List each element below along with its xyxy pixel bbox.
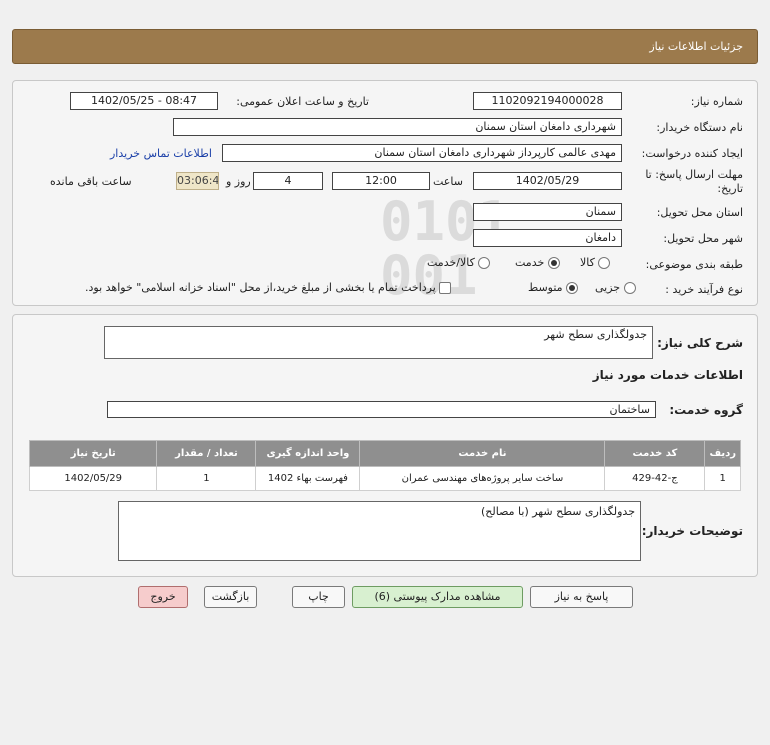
buyer-org-field: شهرداری دامغان استان سمنان <box>173 118 622 136</box>
category-goods-label: کالا <box>580 256 595 269</box>
cell-code: ج-42-429 <box>604 466 706 491</box>
buyer-org-label: نام دستگاه خریدار: <box>656 121 743 134</box>
radio-icon <box>623 282 636 294</box>
category-radio-service[interactable]: خدمت <box>515 256 560 269</box>
city-label: شهر محل تحویل: <box>663 232 743 245</box>
deadline-label-line1: مهلت ارسال پاسخ: تا <box>645 168 743 181</box>
col-code: کد خدمت <box>604 440 706 467</box>
table-row: 1 ج-42-429 ساخت سایر پروژه‌های مهندسی عم… <box>28 466 741 491</box>
deadline-date-field: 1402/05/29 <box>473 172 622 190</box>
creator-label: ایجاد کننده درخواست: <box>641 147 743 160</box>
category-radio-goods[interactable]: کالا <box>580 256 611 269</box>
radio-selected-icon <box>547 257 560 269</box>
province-field: سمنان <box>473 203 622 221</box>
process-medium-label: متوسط <box>528 281 563 294</box>
deadline-label-line2: تاریخ: <box>717 182 743 195</box>
radio-icon <box>598 257 611 269</box>
cell-qty: 1 <box>156 466 257 491</box>
category-goods-service-label: کالا/خدمت <box>427 256 475 269</box>
province-label: استان محل تحویل: <box>656 206 743 219</box>
service-group-label: گروه خدمت: <box>669 403 743 417</box>
radio-selected-icon <box>566 282 579 294</box>
remaining-timer-field: 03:06:41 <box>176 172 219 190</box>
buyer-contact-link[interactable]: اطلاعات تماس خریدار <box>110 147 212 160</box>
category-radio-goods-service[interactable]: کالا/خدمت <box>427 256 491 269</box>
col-qty: تعداد / مقدار <box>156 440 257 467</box>
radio-icon <box>478 257 491 269</box>
table-header-row: ردیف کد خدمت نام خدمت واحد اندازه گیری ت… <box>28 440 741 467</box>
cell-unit: فهرست بهاء 1402 <box>255 466 361 491</box>
deadline-days-field: 4 <box>253 172 323 190</box>
checkbox-icon <box>439 282 452 294</box>
back-button[interactable]: بازگشت <box>204 586 257 608</box>
announce-label: تاریخ و ساعت اعلان عمومی: <box>236 95 369 108</box>
category-service-label: خدمت <box>515 256 545 269</box>
treasury-checkbox[interactable]: پرداخت تمام یا بخشی از مبلغ خرید،از محل … <box>85 281 452 294</box>
process-minor-label: جزیی <box>595 281 621 294</box>
treasury-note: پرداخت تمام یا بخشی از مبلغ خرید،از محل … <box>85 281 436 294</box>
deadline-time-field: 12:00 <box>332 172 430 190</box>
category-label: طبقه بندی موضوعی: <box>645 258 743 271</box>
reply-button[interactable]: پاسخ به نیاز <box>530 586 633 608</box>
remaining-label: ساعت باقی مانده <box>50 175 132 188</box>
col-unit: واحد اندازه گیری <box>255 440 361 467</box>
cell-date: 1402/05/29 <box>28 466 158 491</box>
buyer-notes-label: توضیحات خریدار: <box>641 524 743 538</box>
col-row: ردیف <box>704 440 741 467</box>
deadline-time-label: ساعت <box>433 175 463 188</box>
exit-button[interactable]: خروج <box>138 586 188 608</box>
summary-field: جدولگذاری سطح شهر <box>104 326 653 359</box>
announce-field: 1402/05/25 - 08:47 <box>70 92 218 110</box>
summary-label: شرح کلی نیاز: <box>657 336 743 350</box>
col-date: تاریخ نیاز <box>28 440 158 467</box>
process-radio-medium[interactable]: متوسط <box>528 281 579 294</box>
buyer-notes-field: جدولگذاری سطح شهر (با مصالح) <box>118 501 641 561</box>
col-name: نام خدمت <box>359 440 606 467</box>
services-table: ردیف کد خدمت نام خدمت واحد اندازه گیری ت… <box>28 440 741 491</box>
process-radio-minor[interactable]: جزیی <box>595 281 636 294</box>
creator-field: مهدی عالمی کارپرداز شهرداری دامغان استان… <box>222 144 622 162</box>
service-group-field: ساختمان <box>107 401 656 418</box>
services-heading: اطلاعات خدمات مورد نیاز <box>592 368 743 382</box>
deadline-label: مهلت ارسال پاسخ: تا تاریخ: <box>645 168 743 196</box>
need-number-label: شماره نیاز: <box>690 95 743 108</box>
need-number-field: 1102092194000028 <box>473 92 622 110</box>
cell-row: 1 <box>704 466 741 491</box>
cell-name: ساخت سایر پروژه‌های مهندسی عمران <box>359 466 606 491</box>
page-title: جزئیات اطلاعات نیاز <box>649 40 743 53</box>
deadline-days-label: روز و <box>226 175 251 188</box>
city-field: دامغان <box>473 229 622 247</box>
purchase-process-label: نوع فرآیند خرید : <box>665 283 743 296</box>
print-button[interactable]: چاپ <box>292 586 345 608</box>
attachments-button[interactable]: مشاهده مدارک پیوستی (6) <box>352 586 523 608</box>
page-header: جزئیات اطلاعات نیاز <box>12 29 758 64</box>
